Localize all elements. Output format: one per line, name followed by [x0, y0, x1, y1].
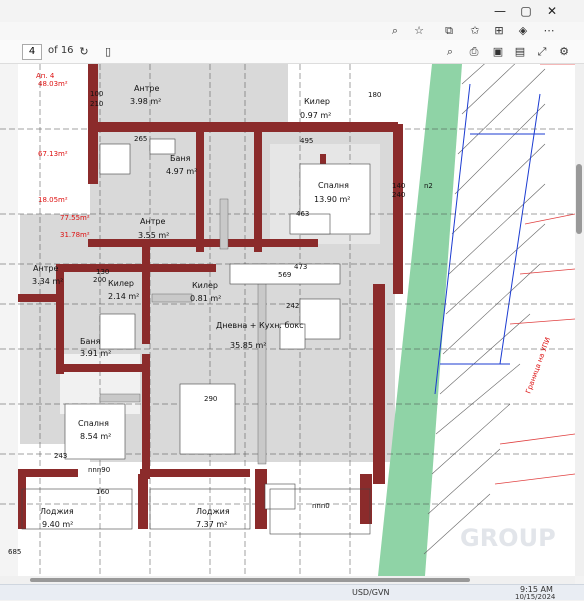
- svg-text:18.05m²: 18.05m²: [38, 196, 68, 204]
- zoom-icon[interactable]: ⌕: [386, 23, 404, 39]
- room-name: Килер: [304, 97, 330, 106]
- rotate-icon[interactable]: ↻: [76, 44, 92, 60]
- pdf-toolbar: 4 of 16 ↻ ▯ ⌕ ⎙ ▣ ▤ ⤢ ⚙: [0, 40, 584, 64]
- svg-text:48.03m²: 48.03m²: [38, 80, 68, 88]
- vertical-scrollbar[interactable]: [575, 64, 584, 576]
- dimension-label: 495: [300, 137, 313, 145]
- room-name: Килер: [192, 281, 218, 290]
- browser-toolbar: ⌕ ☆ ⧉ ✩ ⊞ ◈ ⋯: [0, 22, 584, 40]
- page-view-icon[interactable]: ▯: [100, 44, 116, 60]
- svg-text:Ап. 4: Ап. 4: [36, 72, 55, 80]
- dimension-label: 463: [296, 210, 309, 218]
- room-area: 13.90 m²: [314, 195, 350, 204]
- room-area: 3.91 m²: [80, 349, 111, 358]
- room-name: Баня: [170, 154, 191, 163]
- room-area: 7.37 m²: [196, 520, 227, 529]
- room-name: Баня: [80, 337, 101, 346]
- print-icon[interactable]: ⎙: [466, 44, 482, 60]
- minimize-button[interactable]: —: [488, 2, 512, 20]
- room-area: 8.54 m²: [80, 432, 111, 441]
- room-area: 9.40 m²: [42, 520, 73, 529]
- room-name: Лоджия: [196, 507, 230, 516]
- vertical-scroll-thumb[interactable]: [576, 164, 582, 234]
- dimension-label: 180: [368, 91, 381, 99]
- ticker-label: USD/GVN: [352, 588, 390, 597]
- more-icon[interactable]: ⋯: [540, 23, 558, 39]
- page-number-input[interactable]: 4: [22, 44, 42, 60]
- dimension-label: 200: [93, 276, 106, 284]
- horizontal-scroll-thumb[interactable]: [30, 578, 470, 582]
- window-titlebar: — ▢ ✕: [0, 0, 584, 22]
- close-button[interactable]: ✕: [540, 2, 564, 20]
- taskbar: USD/GVN 9:15 AM 10/15/2024: [0, 584, 584, 601]
- dimension-label: nnn90: [88, 466, 110, 474]
- horizontal-scrollbar[interactable]: [0, 576, 575, 584]
- svg-text:31.78m²: 31.78m²: [60, 231, 90, 239]
- dimension-label: 290: [204, 395, 217, 403]
- save-as-icon[interactable]: ▤: [512, 44, 528, 60]
- page-count: of 16: [48, 45, 74, 56]
- dimension-label: 242: [286, 302, 299, 310]
- dimension-label: 100: [90, 90, 103, 98]
- room-area: 0.81 m²: [190, 294, 221, 303]
- dimension-label: 240: [392, 191, 405, 199]
- pdf-document-view[interactable]: Ап. 4 48.03m² 67.13m² 18.05m² 77.55m² 31…: [0, 64, 575, 576]
- dimension-label: 265: [134, 135, 147, 143]
- dimension-label: 130: [96, 268, 109, 276]
- search-icon[interactable]: ⌕: [442, 44, 458, 60]
- dimension-label: nnn0: [312, 502, 330, 510]
- room-area: 0.97 m²: [300, 111, 331, 120]
- room-name: Спалня: [318, 181, 349, 190]
- split-screen-icon[interactable]: ⧉: [440, 23, 458, 39]
- dimension-label: 473: [294, 263, 307, 271]
- floor-plan: Ап. 4 48.03m² 67.13m² 18.05m² 77.55m² 31…: [0, 64, 575, 576]
- room-name: Дневна + Кухн. бокс: [216, 321, 304, 330]
- dimension-label: 160: [96, 488, 109, 496]
- dimension-label: 685: [8, 548, 21, 556]
- save-icon[interactable]: ▣: [490, 44, 506, 60]
- favorites-icon[interactable]: ✩: [466, 23, 484, 39]
- svg-text:67.13m²: 67.13m²: [38, 150, 68, 158]
- dimension-label: n2: [424, 182, 433, 190]
- dimension-label: 210: [90, 100, 103, 108]
- room-name: Лоджия: [40, 507, 74, 516]
- room-area: 35.85 m²: [230, 341, 266, 350]
- room-name: Антре: [134, 84, 159, 93]
- svg-text:77.55m²: 77.55m²: [60, 214, 90, 222]
- settings-icon[interactable]: ⚙: [556, 44, 572, 60]
- dimension-label: 243: [54, 452, 67, 460]
- dimension-label: 569: [278, 271, 291, 279]
- room-name: Антре: [33, 264, 58, 273]
- fullscreen-icon[interactable]: ⤢: [534, 44, 550, 60]
- room-area: 3.55 m²: [138, 231, 169, 240]
- favorites-star-icon[interactable]: ☆: [410, 23, 428, 39]
- maximize-button[interactable]: ▢: [514, 2, 538, 20]
- room-name: Килер: [108, 279, 134, 288]
- watermark-logo: GROUP: [460, 524, 556, 552]
- room-area: 3.34 m²: [32, 277, 63, 286]
- room-area: 2.14 m²: [108, 292, 139, 301]
- room-name: Спалня: [78, 419, 109, 428]
- room-name: Антре: [140, 217, 165, 226]
- collections-icon[interactable]: ⊞: [490, 23, 508, 39]
- dimension-label: 140: [392, 182, 405, 190]
- room-area: 4.97 m²: [166, 167, 197, 176]
- room-area: 3.98 m²: [130, 97, 161, 106]
- extensions-icon[interactable]: ◈: [514, 23, 532, 39]
